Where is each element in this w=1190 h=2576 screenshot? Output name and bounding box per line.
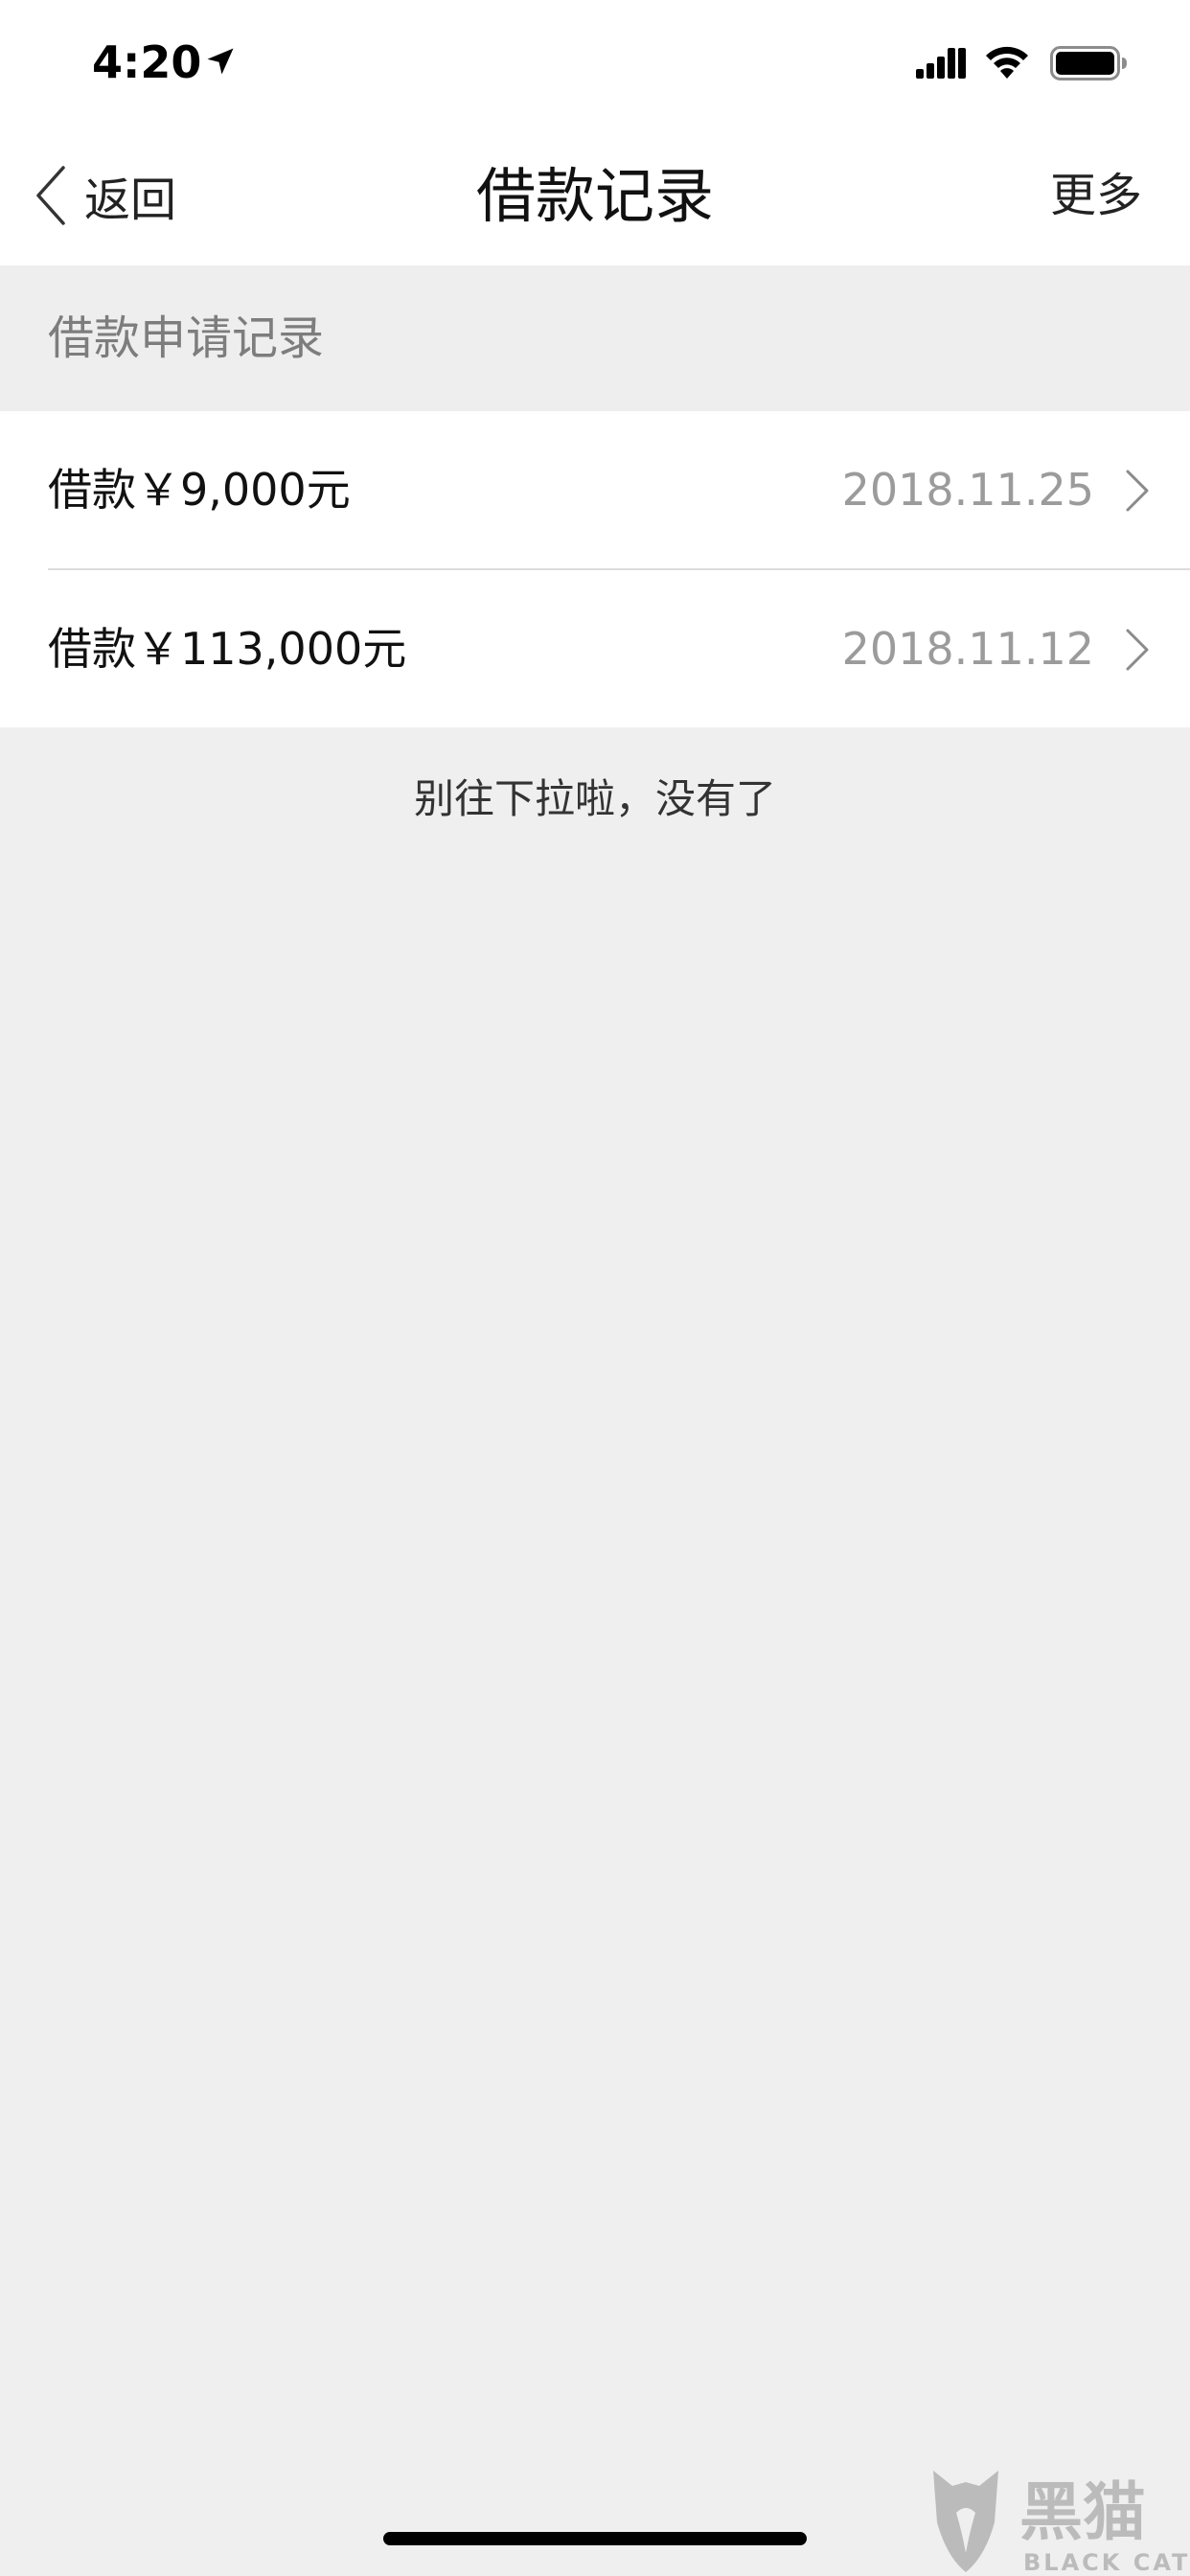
location-arrow-icon: [207, 48, 234, 75]
end-of-list-hint: 别往下拉啦，没有了: [413, 775, 776, 822]
status-bar: 4:20: [0, 0, 1190, 126]
navigation-bar: 借款记录 返回 更多: [0, 126, 1190, 265]
chevron-left-icon: [36, 166, 65, 225]
record-date: 2018.11.25: [841, 464, 1094, 516]
status-time: 4:20: [92, 36, 202, 88]
more-button[interactable]: 更多: [1050, 155, 1142, 236]
record-date: 2018.11.12: [841, 623, 1094, 675]
svg-text:黑猫: 黑猫: [1019, 2475, 1146, 2549]
signal-icon: [916, 48, 966, 79]
home-indicator[interactable]: [383, 2532, 807, 2545]
list-item[interactable]: 借款￥113,000元 2018.11.12: [48, 568, 1190, 727]
svg-text:BLACK CAT: BLACK CAT: [1023, 2549, 1190, 2576]
record-amount: 借款￥113,000元: [48, 623, 407, 675]
back-label: 返回: [84, 173, 177, 227]
record-amount: 借款￥9,000元: [48, 464, 351, 516]
section-title: 借款申请记录: [48, 311, 325, 365]
section-header: 借款申请记录: [0, 265, 1190, 411]
black-cat-watermark-logo: 黑猫 BLACK CAT: [933, 2471, 1190, 2576]
record-list: 借款￥9,000元 2018.11.25 借款￥113,000元 2018.11…: [0, 411, 1190, 727]
wifi-icon: [986, 46, 1028, 79]
battery-icon: [1050, 46, 1127, 80]
list-item[interactable]: 借款￥9,000元 2018.11.25: [0, 411, 1190, 568]
chevron-right-icon: [1126, 629, 1149, 671]
chevron-right-icon: [1126, 470, 1149, 512]
back-button[interactable]: 返回: [34, 155, 197, 236]
